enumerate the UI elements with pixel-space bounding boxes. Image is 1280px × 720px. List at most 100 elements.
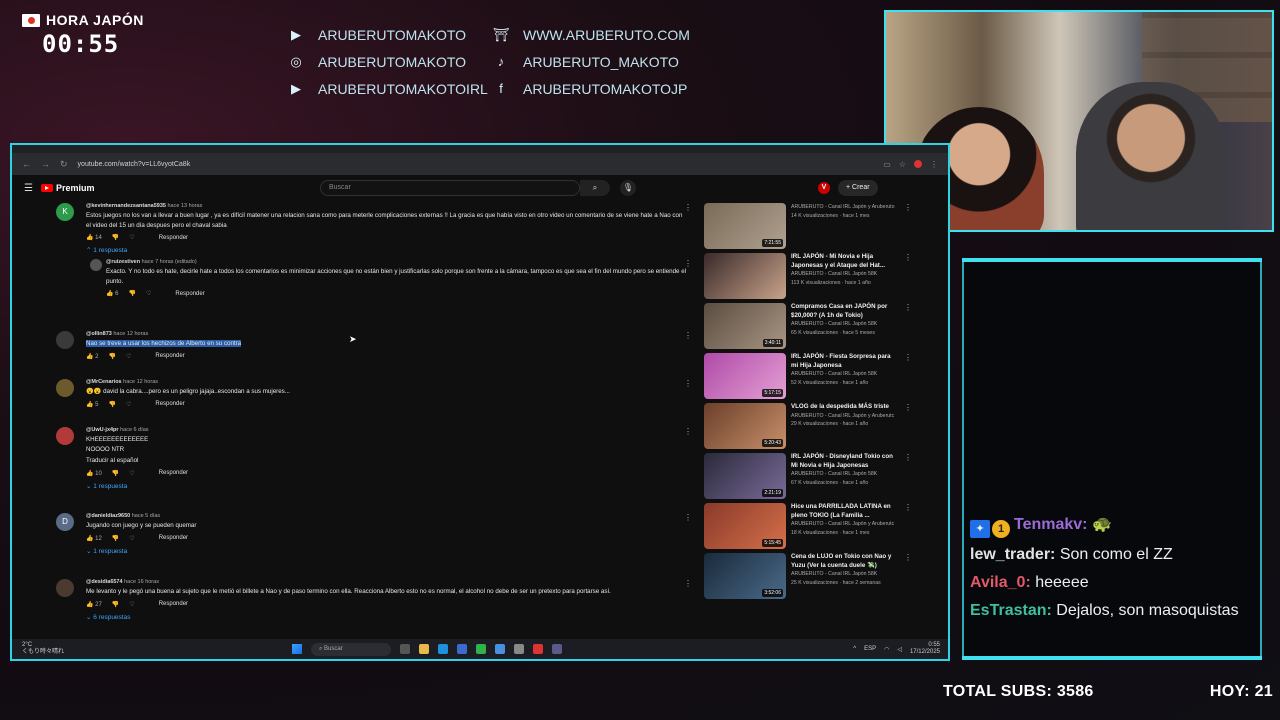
video-menu-icon[interactable]: ⋮ bbox=[904, 553, 912, 562]
weather-widget[interactable]: 2°C くもり時々晴れ bbox=[22, 642, 82, 656]
video-title[interactable]: Cena de LUJO en Tokio con Nao y Yuzu (Ve… bbox=[791, 553, 895, 570]
video-thumbnail[interactable] bbox=[704, 253, 786, 299]
related-video[interactable]: 3:40:11 Compramos Casa en JAPÓN por $20,0… bbox=[704, 303, 912, 349]
comment-author[interactable]: @kevinhernandezsantana5935 bbox=[86, 203, 166, 209]
microphone-icon[interactable]: 🎙 bbox=[620, 180, 636, 196]
extension-icon[interactable] bbox=[914, 159, 922, 168]
comment-avatar[interactable]: D bbox=[56, 513, 74, 531]
video-channel[interactable]: ARUBERUTO - Canal IRL Japón 58K bbox=[791, 371, 895, 379]
comment-author[interactable]: @MrCenarios bbox=[86, 379, 122, 385]
view-replies-button[interactable]: ⌄ 6 respuestas bbox=[86, 613, 688, 621]
menu-icon[interactable]: ☰ bbox=[24, 183, 33, 194]
translate-link[interactable]: Traducir al español bbox=[86, 456, 688, 466]
social-link[interactable]: ▶ ARUBERUTOMAKOTOIRL bbox=[286, 78, 491, 99]
view-replies-button[interactable]: ⌃ 1 respuesta bbox=[86, 246, 688, 254]
video-title[interactable]: IRL JAPÓN - Disneyland Tokio con Mi Novi… bbox=[791, 453, 895, 470]
comment-menu-icon[interactable]: ⋮ bbox=[684, 513, 692, 522]
heart-icon[interactable]: ♡ bbox=[129, 535, 134, 542]
video-menu-icon[interactable]: ⋮ bbox=[904, 303, 912, 312]
like-icon[interactable]: 👍 5 bbox=[86, 401, 98, 408]
reply-button[interactable]: Responder bbox=[159, 235, 188, 241]
video-title[interactable]: IRL JAPÓN - Mi Novia e Hija Japonesas y … bbox=[791, 253, 895, 270]
related-video[interactable]: 5:20:43 VLOG de la despedida MÁS triste AR… bbox=[704, 403, 912, 449]
related-video[interactable]: 2:21:19 IRL JAPÓN - Disneyland Tokio con … bbox=[704, 453, 912, 499]
video-channel[interactable]: ARUBERUTO - Canal IRL Japón 58K bbox=[791, 471, 895, 479]
heart-icon[interactable]: ♡ bbox=[129, 601, 134, 608]
video-thumbnail[interactable]: 7:21:55 bbox=[704, 203, 786, 249]
social-link[interactable]: f ARUBERUTOMAKOTOJP bbox=[491, 78, 691, 99]
heart-icon[interactable]: ♡ bbox=[126, 353, 131, 360]
social-link[interactable]: ▶ ARUBERUTOMAKOTO bbox=[286, 24, 491, 45]
social-link[interactable]: ◎ ARUBERUTOMAKOTO bbox=[286, 51, 491, 72]
heart-icon[interactable]: ♡ bbox=[146, 290, 151, 297]
dislike-icon[interactable]: 👎 bbox=[112, 601, 119, 608]
reply-button[interactable]: Responder bbox=[155, 353, 184, 359]
like-icon[interactable]: 👍 14 bbox=[86, 234, 102, 241]
like-icon[interactable]: 👍 10 bbox=[86, 470, 102, 477]
related-video[interactable]: 7:21:55 ARUBERUTO - Canal IRL Japón y Aru… bbox=[704, 203, 912, 249]
reply-button[interactable]: Responder bbox=[155, 401, 184, 407]
comment-author[interactable]: @ollin873 bbox=[86, 331, 112, 337]
video-menu-icon[interactable]: ⋮ bbox=[904, 203, 912, 212]
comment-author[interactable]: @danieldiaz9650 bbox=[86, 513, 130, 519]
back-icon[interactable]: ← bbox=[22, 159, 31, 169]
like-icon[interactable]: 👍 12 bbox=[86, 535, 102, 542]
comment-author[interactable]: @UwU-jx4pr bbox=[86, 427, 119, 433]
video-title[interactable]: VLOG de la despedida MÁS triste bbox=[791, 403, 895, 412]
social-link[interactable]: ♪ ARUBERUTO_MAKOTO bbox=[491, 51, 691, 72]
related-video[interactable]: 5:15:45 Hice una PARRILLADA LATINA en ple… bbox=[704, 503, 912, 549]
video-channel[interactable]: ARUBERUTO - Canal IRL Japón y Aruberutc bbox=[791, 521, 895, 529]
dislike-icon[interactable]: 👎 bbox=[128, 290, 135, 297]
comment-author[interactable]: @desidia6574 bbox=[86, 579, 123, 585]
browser-tab-strip[interactable] bbox=[12, 145, 948, 153]
related-video[interactable]: 5:17:15 IRL JAPÓN - Fiesta Sorpresa para … bbox=[704, 353, 912, 399]
comment-menu-icon[interactable]: ⋮ bbox=[684, 203, 692, 212]
video-thumbnail[interactable]: 5:15:45 bbox=[704, 503, 786, 549]
video-menu-icon[interactable]: ⋮ bbox=[904, 503, 912, 512]
task-view-icon[interactable] bbox=[400, 644, 410, 654]
heart-icon[interactable]: ♡ bbox=[126, 401, 131, 408]
dislike-icon[interactable]: 👎 bbox=[108, 353, 115, 360]
video-title[interactable]: Compramos Casa en JAPÓN por $20,000? (A … bbox=[791, 303, 895, 320]
app-icon[interactable] bbox=[552, 644, 562, 654]
comment-menu-icon[interactable]: ⋮ bbox=[684, 331, 692, 340]
video-menu-icon[interactable]: ⋮ bbox=[904, 453, 912, 462]
comment-menu-icon[interactable]: ⋮ bbox=[684, 427, 692, 436]
windows-start-icon[interactable] bbox=[292, 644, 302, 654]
video-channel[interactable]: ARUBERUTO - Canal IRL Japón y Aruberuto bbox=[791, 204, 895, 212]
edge-icon[interactable] bbox=[438, 644, 448, 654]
volume-icon[interactable]: ◁ bbox=[897, 646, 902, 653]
menu-dots-icon[interactable]: ⋮ bbox=[930, 160, 938, 169]
video-title[interactable]: Hice una PARRILLADA LATINA en pleno TOKI… bbox=[791, 503, 895, 520]
dislike-icon[interactable]: 👎 bbox=[112, 234, 119, 241]
video-title[interactable]: IRL JAPÓN - Fiesta Sorpresa para mi Hija… bbox=[791, 353, 895, 370]
store-icon[interactable] bbox=[457, 644, 467, 654]
like-icon[interactable]: 👍 6 bbox=[106, 290, 118, 297]
video-menu-icon[interactable]: ⋮ bbox=[904, 353, 912, 362]
video-channel[interactable]: ARUBERUTO - Canal IRL Japón 58K bbox=[791, 321, 895, 329]
view-replies-button[interactable]: ⌄ 1 respuesta bbox=[86, 547, 688, 555]
wifi-icon[interactable]: ◠ bbox=[884, 646, 889, 653]
video-channel[interactable]: ARUBERUTO - Canal IRL Japón 58K bbox=[791, 271, 895, 279]
dislike-icon[interactable]: 👎 bbox=[108, 401, 115, 408]
reply-button[interactable]: Responder bbox=[159, 470, 188, 476]
related-video[interactable]: IRL JAPÓN - Mi Novia e Hija Japonesas y … bbox=[704, 253, 912, 299]
search-input[interactable]: Buscar bbox=[320, 180, 580, 196]
chrome-icon[interactable] bbox=[495, 644, 505, 654]
like-icon[interactable]: 👍 2 bbox=[86, 353, 98, 360]
video-thumbnail[interactable]: 3:40:11 bbox=[704, 303, 786, 349]
file-explorer-icon[interactable] bbox=[419, 644, 429, 654]
comment-menu-icon[interactable]: ⋮ bbox=[684, 579, 692, 588]
notepad-icon[interactable] bbox=[514, 644, 524, 654]
create-button[interactable]: + Crear bbox=[838, 180, 878, 196]
comment-menu-icon[interactable]: ⋮ bbox=[684, 379, 692, 388]
video-menu-icon[interactable]: ⋮ bbox=[904, 403, 912, 412]
social-link[interactable]: ⛩ WWW.ARUBERUTO.COM bbox=[491, 24, 691, 45]
video-channel[interactable]: ARUBERUTO - Canal IRL Japón y Aruberutc bbox=[791, 413, 895, 421]
heart-icon[interactable]: ♡ bbox=[129, 470, 134, 477]
dislike-icon[interactable]: 👎 bbox=[112, 535, 119, 542]
bookmark-star-icon[interactable]: ☆ bbox=[899, 160, 906, 169]
youtube-logo[interactable]: Premium bbox=[40, 183, 94, 193]
comment-avatar[interactable]: K bbox=[56, 203, 74, 221]
view-replies-button[interactable]: ⌄ 1 respuesta bbox=[86, 482, 688, 490]
